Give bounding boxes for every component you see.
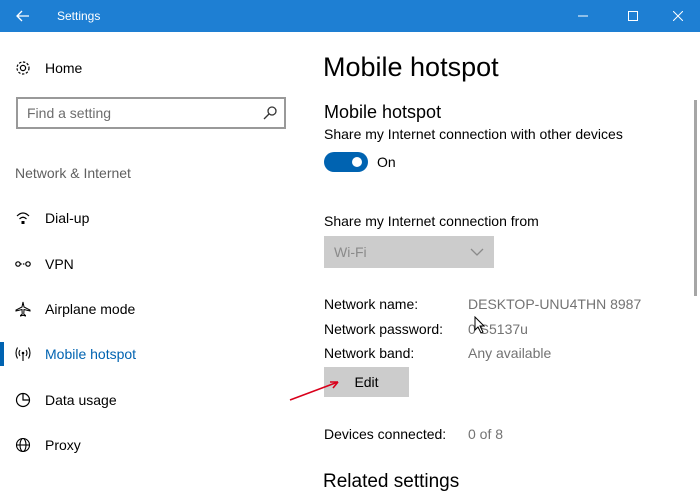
sidebar-item-label: Proxy: [45, 437, 81, 453]
search-icon: [263, 106, 277, 120]
devices-connected-label: Devices connected:: [324, 426, 447, 442]
search-placeholder: Find a setting: [27, 105, 112, 121]
sidebar: Home Find a setting Network & Internet D…: [0, 32, 305, 491]
toggle-knob: [352, 157, 362, 167]
sidebar-item-label: Dial-up: [45, 210, 90, 226]
sidebar-item-dial-up[interactable]: Dial-up: [0, 198, 305, 238]
sidebar-item-label: Mobile hotspot: [45, 346, 137, 362]
globe-icon: [14, 436, 32, 454]
back-button[interactable]: [0, 0, 46, 32]
maximize-button[interactable]: [610, 0, 656, 32]
sidebar-item-label: Data usage: [45, 392, 117, 408]
minimize-icon: [578, 15, 588, 17]
back-arrow-icon: [16, 10, 29, 22]
network-name-label: Network name:: [324, 296, 419, 312]
toggle-state-label: On: [377, 154, 396, 170]
airplane-icon: [14, 300, 32, 318]
sidebar-item-data-usage[interactable]: Data usage: [0, 380, 305, 420]
search-input[interactable]: Find a setting: [16, 97, 286, 129]
minimize-button[interactable]: [560, 0, 606, 32]
window-title: Settings: [57, 9, 101, 23]
page-title: Mobile hotspot: [323, 52, 499, 82]
hotspot-toggle[interactable]: [324, 152, 368, 172]
related-settings-title: Related settings: [323, 471, 460, 491]
sidebar-item-label: VPN: [45, 256, 74, 272]
dial-up-icon: [14, 209, 32, 227]
share-from-label: Share my Internet connection from: [324, 213, 539, 229]
title-bar: Settings: [0, 0, 700, 32]
network-name-value: DESKTOP-UNU4THN 8987: [468, 296, 642, 312]
mouse-cursor-icon: [474, 316, 486, 334]
home-label: Home: [45, 60, 83, 76]
sidebar-item-airplane-mode[interactable]: Airplane mode: [0, 289, 305, 329]
sidebar-item-vpn[interactable]: VPN: [0, 244, 305, 284]
share-from-value: Wi-Fi: [334, 244, 367, 260]
home-nav-item[interactable]: Home: [0, 48, 305, 88]
network-band-value: Any available: [468, 345, 552, 361]
chevron-down-icon: [470, 248, 484, 256]
section-title: Mobile hotspot: [324, 102, 442, 122]
vpn-icon: [14, 255, 32, 273]
sidebar-item-mobile-hotspot[interactable]: Mobile hotspot: [0, 334, 305, 374]
annotation-arrow-icon: [289, 381, 339, 401]
sidebar-item-label: Airplane mode: [45, 301, 136, 317]
scrollbar-thumb[interactable]: [694, 100, 697, 296]
hotspot-icon: [14, 345, 32, 363]
close-button[interactable]: [655, 0, 700, 32]
network-password-label: Network password:: [324, 321, 444, 337]
devices-connected-value: 0 of 8: [468, 426, 504, 442]
share-description: Share my Internet connection with other …: [324, 126, 623, 142]
sidebar-item-proxy[interactable]: Proxy: [0, 425, 305, 465]
section-label: Network & Internet: [15, 165, 131, 181]
data-usage-icon: [14, 391, 32, 409]
share-from-dropdown[interactable]: Wi-Fi: [324, 236, 494, 268]
main-content: Mobile hotspot Mobile hotspot Share my I…: [305, 32, 700, 491]
close-icon: [673, 11, 683, 21]
maximize-icon: [628, 11, 638, 21]
gear-icon: [14, 59, 32, 77]
network-band-label: Network band:: [324, 345, 415, 361]
